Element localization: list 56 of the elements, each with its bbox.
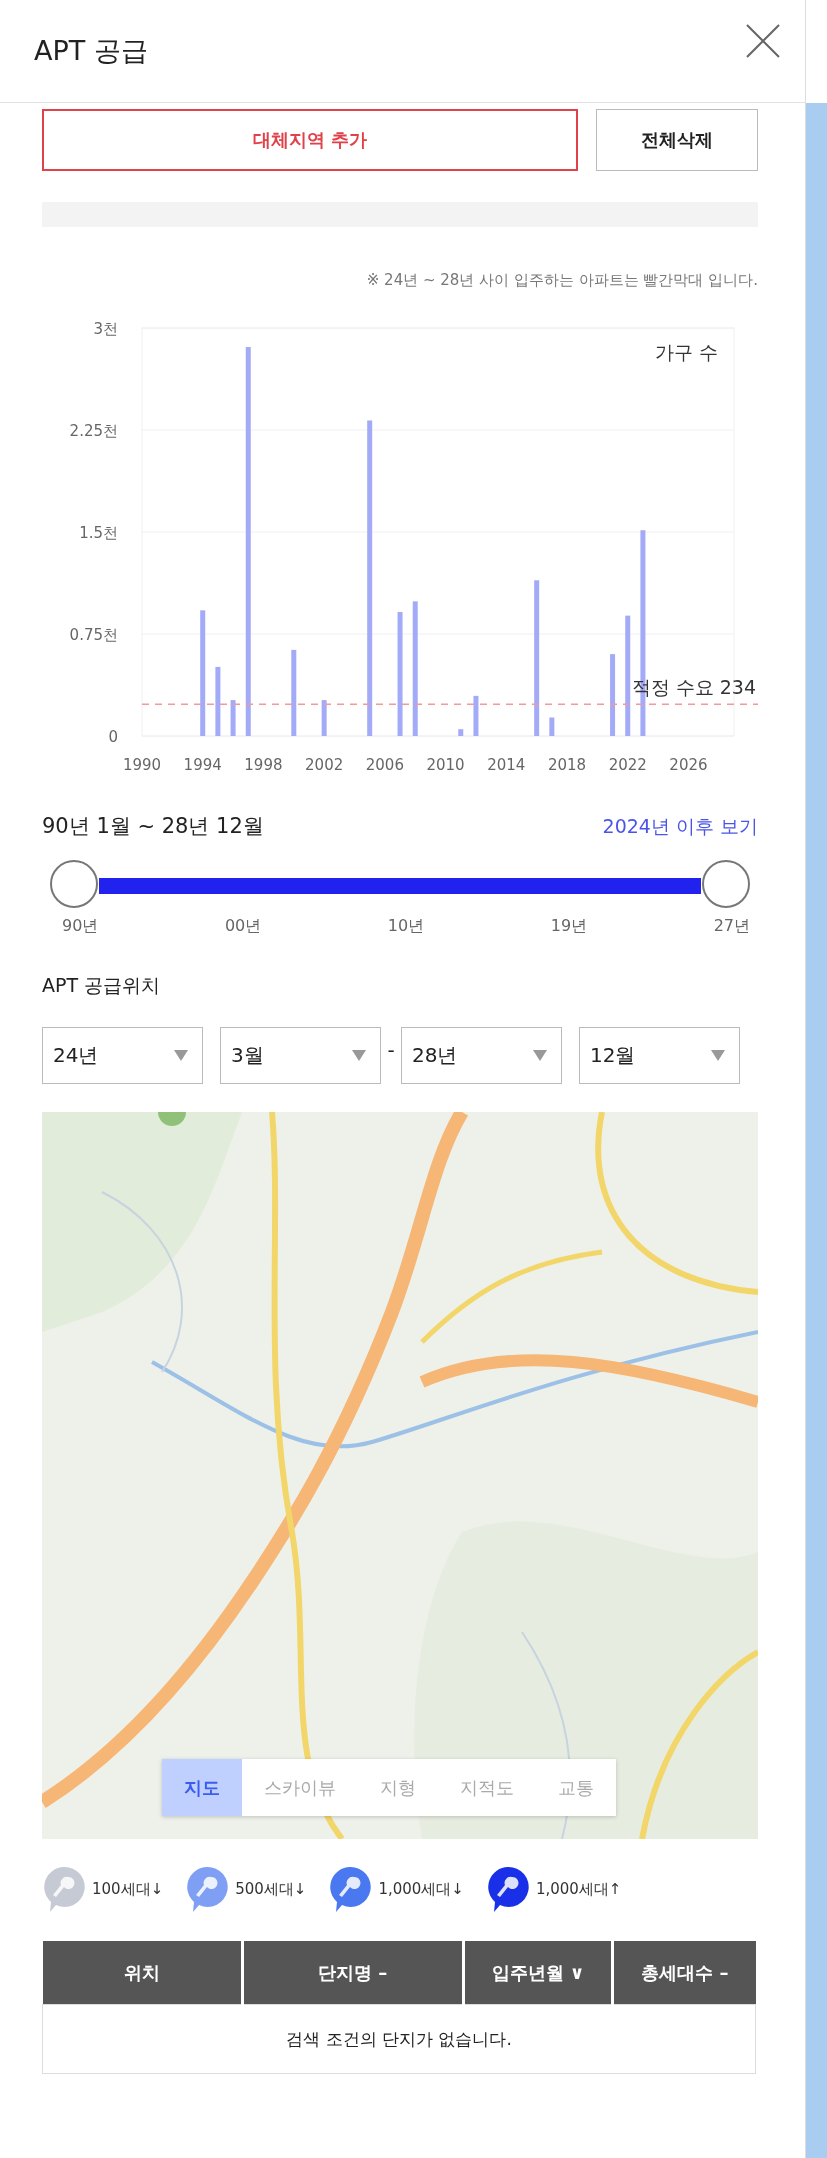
axis-label: 1.5천	[79, 524, 118, 542]
axis-label: 1998	[244, 756, 283, 774]
axis-label: 2014	[487, 756, 526, 774]
chart-note: ※ 24년 ~ 28년 사이 입주하는 아파트는 빨간막대 입니다.	[365, 271, 758, 290]
bar	[549, 717, 555, 736]
bar	[458, 729, 464, 736]
reference-label: 적정 수요 234	[631, 676, 756, 699]
column-header[interactable]: 총세대수 –	[612, 1941, 756, 2005]
range-separator: -	[386, 1037, 396, 1062]
add-region-button[interactable]: 대체지역 추가	[42, 109, 578, 171]
legend-label: 100세대↓	[92, 1879, 164, 1899]
slider-tick-label: 90년	[62, 916, 99, 937]
slider-tick-label: 00년	[224, 916, 262, 937]
axis-label: 0.75천	[69, 626, 118, 644]
view-link[interactable]: 2024년 이후 보기	[602, 814, 758, 840]
column-header[interactable]: 위치	[42, 1941, 243, 2005]
legend-label: 1,000세대↓	[378, 1879, 464, 1899]
panel-title: APT 공급	[34, 34, 148, 68]
dropdown[interactable]: 28년	[401, 1027, 562, 1084]
section-title: APT 공급위치	[42, 973, 162, 998]
slider-tick-label: 27년	[713, 916, 750, 937]
close-icon[interactable]	[745, 23, 781, 59]
series-label: 가구 수	[654, 341, 718, 363]
axis-label: 0	[108, 728, 118, 746]
bar	[473, 695, 479, 736]
legend-label: 500세대↓	[235, 1879, 307, 1899]
axis-label: 3천	[93, 320, 118, 338]
slider-handle[interactable]	[50, 860, 98, 908]
axis-label: 2.25천	[69, 422, 118, 440]
slider-tick-label: 10년	[387, 916, 425, 937]
column-header[interactable]: 입주년월 ∨	[463, 1941, 613, 2005]
legend-label: 1,000세대↑	[535, 1879, 622, 1899]
caret-icon	[352, 1050, 366, 1061]
axis-label: 2006	[365, 756, 404, 774]
axis-label: 1990	[122, 756, 162, 774]
axis-label: 2022	[608, 756, 647, 774]
axis-label: 2002	[305, 756, 344, 774]
empty-message: 검색 조건의 단지가 없습니다.	[42, 2004, 756, 2074]
caret-icon	[711, 1050, 725, 1061]
slider-tick-label: 19년	[550, 916, 588, 937]
caret-icon	[174, 1050, 188, 1061]
axis-label: 1994	[183, 756, 222, 774]
bar	[321, 700, 327, 736]
bar	[215, 666, 221, 736]
axis-label: 2010	[426, 756, 465, 774]
column-header[interactable]: 단지명 –	[242, 1941, 464, 2005]
dropdown[interactable]: 3월	[220, 1027, 381, 1084]
axis-label: 2018	[547, 756, 587, 774]
axis-label: 2026	[669, 756, 708, 774]
bar	[230, 700, 236, 736]
slider-handle[interactable]	[702, 860, 750, 908]
caret-icon	[533, 1050, 547, 1061]
dropdown[interactable]: 12월	[579, 1027, 740, 1084]
dropdown[interactable]: 24년	[42, 1027, 203, 1084]
clear-all-button[interactable]: 전체삭제	[596, 109, 758, 171]
period-label: 90년 1월 ~ 28년 12월	[42, 813, 264, 840]
